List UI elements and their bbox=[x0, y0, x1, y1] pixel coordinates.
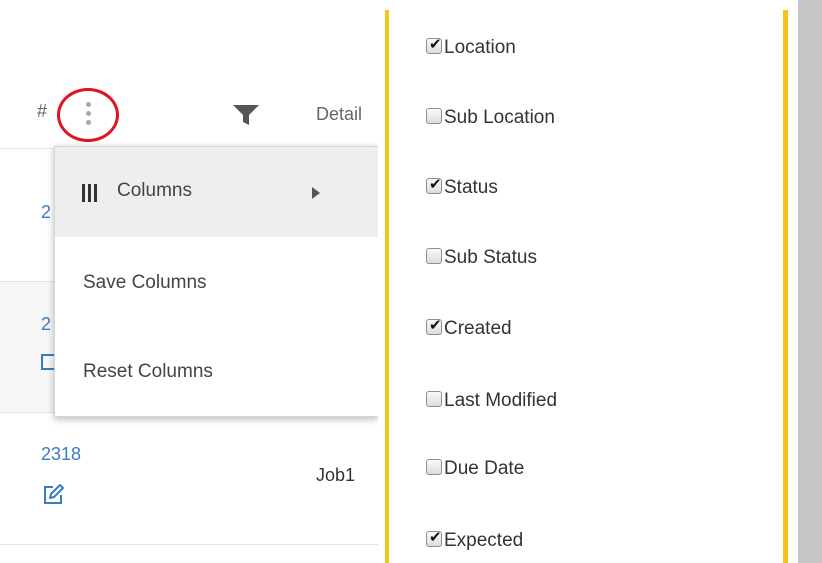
checkbox[interactable] bbox=[426, 459, 442, 475]
checkmark-icon: ✔ bbox=[429, 528, 442, 546]
column-option-label: Location bbox=[444, 37, 516, 58]
job-id-link[interactable]: 2318 bbox=[41, 444, 81, 465]
checkmark-icon: ✔ bbox=[429, 316, 442, 334]
row-divider bbox=[0, 544, 378, 545]
menu-item-label: Columns bbox=[117, 180, 192, 201]
submenu-arrow-icon bbox=[312, 187, 320, 199]
job-id-link[interactable]: 2 bbox=[41, 202, 51, 223]
column-option-label: Sub Status bbox=[444, 247, 537, 268]
column-option-label: Last Modified bbox=[444, 390, 558, 411]
filter-icon[interactable] bbox=[232, 104, 260, 126]
column-header-number: # bbox=[37, 101, 48, 121]
panel-border-right bbox=[783, 10, 788, 563]
column-option-label: Expected bbox=[444, 530, 524, 551]
checkbox[interactable]: ✔ bbox=[426, 528, 442, 547]
checkbox[interactable]: ✔ bbox=[426, 175, 442, 194]
checkmark-icon: ✔ bbox=[429, 175, 442, 193]
columns-icon bbox=[82, 184, 99, 202]
column-options-button[interactable] bbox=[57, 88, 119, 142]
checkbox[interactable]: ✔ bbox=[426, 35, 442, 54]
checkmark-icon: ✔ bbox=[429, 35, 442, 53]
column-option-label: Status bbox=[444, 177, 498, 198]
column-options-menu: Columns Save Columns Reset Columns bbox=[54, 146, 378, 417]
job-detail-text: Job1 bbox=[316, 465, 356, 485]
column-header-detail: Detail bbox=[316, 104, 363, 124]
job-table: # Detail 2 2 2318 Job1 Columns Save Colu… bbox=[0, 0, 378, 563]
menu-item-label: Reset Columns bbox=[83, 361, 213, 382]
menu-item-columns[interactable]: Columns bbox=[55, 147, 378, 237]
edit-icon[interactable] bbox=[41, 483, 65, 507]
panel-border-left bbox=[385, 10, 389, 563]
column-picker-panel: ✔ Location Sub Location ✔ Status Sub Sta… bbox=[378, 0, 822, 563]
column-option-label: Due Date bbox=[444, 458, 525, 479]
job-id-link[interactable]: 2 bbox=[41, 314, 51, 335]
column-option-label: Sub Location bbox=[444, 107, 555, 128]
menu-item-label: Save Columns bbox=[83, 272, 207, 293]
kebab-menu-icon bbox=[86, 102, 91, 129]
menu-item-save-columns[interactable]: Save Columns bbox=[55, 237, 378, 327]
checkbox[interactable] bbox=[426, 391, 442, 407]
checkbox[interactable] bbox=[426, 108, 442, 124]
menu-item-reset-columns[interactable]: Reset Columns bbox=[55, 327, 378, 417]
column-option-label: Created bbox=[444, 318, 512, 339]
checkbox[interactable] bbox=[426, 248, 442, 264]
scrollbar[interactable] bbox=[798, 0, 822, 563]
checkbox[interactable]: ✔ bbox=[426, 316, 442, 335]
